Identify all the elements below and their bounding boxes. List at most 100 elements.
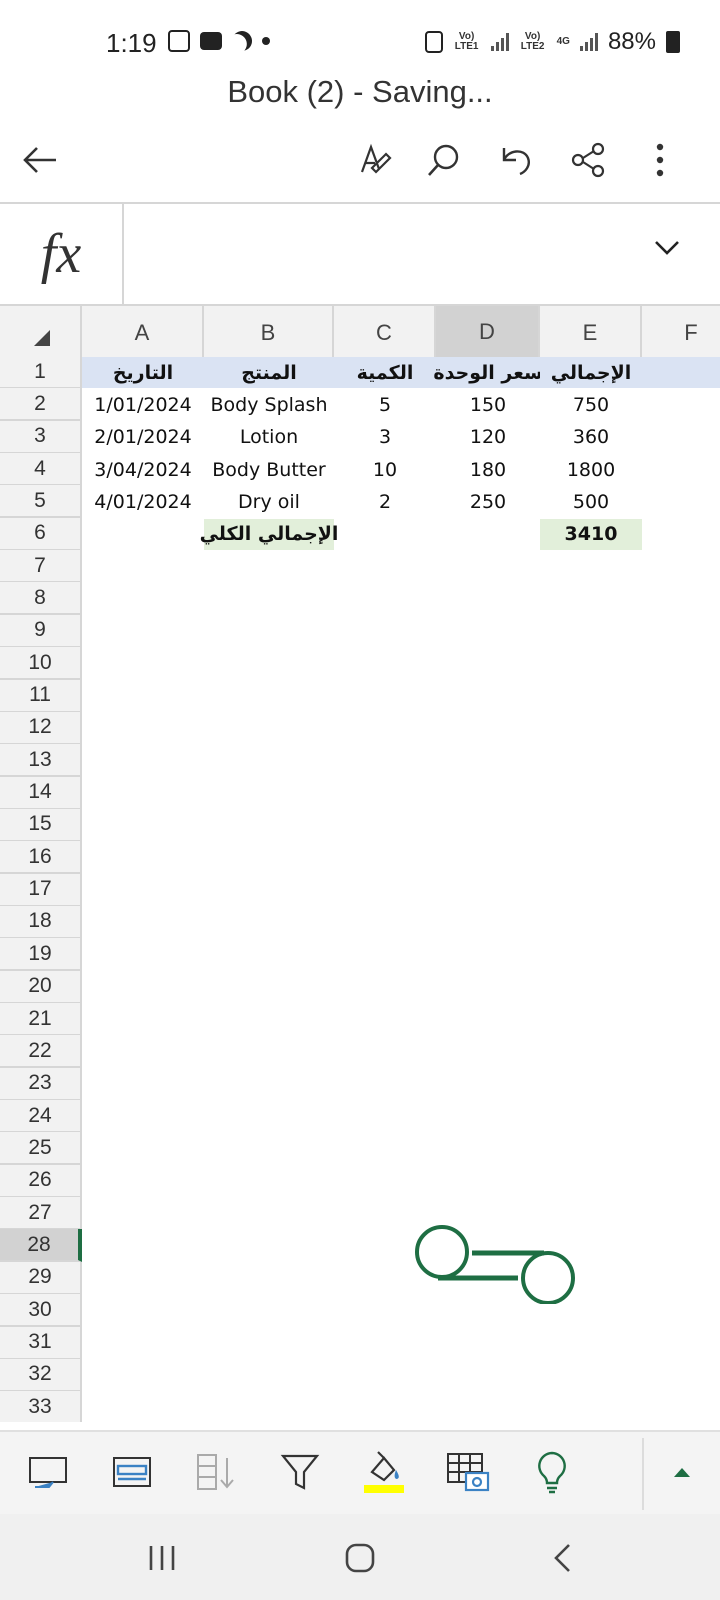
row-header[interactable]: 7: [0, 550, 82, 584]
row-header[interactable]: 16: [0, 841, 82, 875]
row-header[interactable]: 18: [0, 905, 82, 939]
undo-button[interactable]: [494, 138, 538, 182]
header-cell[interactable]: [642, 357, 720, 389]
back-button[interactable]: [18, 138, 62, 182]
data-cell[interactable]: 1800: [540, 454, 642, 485]
column-header-a[interactable]: A: [82, 306, 204, 362]
fill-color-button[interactable]: [356, 1444, 412, 1500]
total-cell[interactable]: الإجمالي الكلي: [200, 518, 338, 551]
data-cell[interactable]: Body Butter: [204, 454, 334, 485]
home-button[interactable]: [338, 1536, 382, 1580]
column-header-d[interactable]: D: [436, 306, 540, 362]
message-icon: [200, 32, 222, 50]
sort-button[interactable]: [188, 1444, 244, 1500]
column-header-b[interactable]: B: [204, 306, 334, 362]
ideas-button[interactable]: [524, 1444, 580, 1500]
share-button[interactable]: [566, 138, 610, 182]
column-header-c[interactable]: C: [334, 306, 436, 362]
spreadsheet-grid[interactable]: A B C D E F 1 2 3 4 5 6 7 8 9 10 11 12 13 14 15 16 17 18 19 20 21 2…: [0, 306, 720, 1422]
formula-input[interactable]: [126, 204, 646, 304]
row-header[interactable]: 10: [0, 647, 82, 681]
row-header[interactable]: 2: [0, 388, 82, 422]
data-cell[interactable]: 250: [436, 486, 540, 517]
signal-icon-2: [579, 33, 598, 51]
row-header[interactable]: 31: [0, 1326, 82, 1360]
row-header[interactable]: 24: [0, 1100, 82, 1134]
row-header[interactable]: 20: [0, 970, 82, 1004]
header-cell[interactable]: الإجمالي: [540, 357, 642, 389]
row-header[interactable]: 19: [0, 938, 82, 972]
expand-formula-button[interactable]: [654, 240, 680, 261]
data-cell[interactable]: 3: [334, 422, 436, 453]
row-header[interactable]: 14: [0, 776, 82, 810]
row-header[interactable]: 28: [0, 1229, 82, 1263]
row-header[interactable]: 13: [0, 744, 82, 778]
data-cell[interactable]: 2/01/2024: [82, 422, 204, 453]
battery-saver-icon: [424, 31, 443, 53]
recent-apps-button[interactable]: [140, 1536, 184, 1580]
data-cell[interactable]: 360: [540, 422, 642, 453]
row-header[interactable]: 6: [0, 517, 82, 551]
data-cell[interactable]: Body Splash: [204, 389, 334, 420]
data-cell[interactable]: 120: [436, 422, 540, 453]
data-cell[interactable]: 10: [334, 454, 436, 485]
row-header[interactable]: 9: [0, 614, 82, 648]
sheet-view-button[interactable]: [20, 1444, 76, 1500]
data-cell[interactable]: 750: [540, 389, 642, 420]
data-cell[interactable]: Lotion: [204, 422, 334, 453]
pen-icon: [360, 143, 392, 174]
row-header[interactable]: 3: [0, 420, 82, 454]
row-header[interactable]: 22: [0, 1035, 82, 1069]
format-cells-button[interactable]: [104, 1444, 160, 1500]
row-header[interactable]: 12: [0, 711, 82, 745]
row-header[interactable]: 26: [0, 1164, 82, 1198]
data-cell[interactable]: Dry oil: [204, 486, 334, 517]
row-header[interactable]: 21: [0, 1003, 82, 1036]
data-cell[interactable]: 3/04/2024: [82, 454, 204, 485]
column-header-e[interactable]: E: [540, 306, 642, 362]
filter-button[interactable]: [272, 1444, 328, 1500]
recent-apps-icon: [149, 1546, 175, 1570]
home-icon: [345, 1543, 375, 1573]
fx-button[interactable]: fx: [0, 204, 124, 304]
column-header-f[interactable]: F: [642, 306, 720, 362]
row-header[interactable]: 11: [0, 679, 82, 713]
row-header[interactable]: 32: [0, 1358, 82, 1392]
battery-percent: 88%: [607, 28, 656, 55]
row-header[interactable]: 27: [0, 1197, 82, 1231]
search-button[interactable]: [422, 138, 466, 182]
data-cell[interactable]: 4/01/2024: [82, 486, 204, 517]
draw-button[interactable]: [354, 138, 398, 182]
search-icon: [428, 144, 459, 176]
header-cell[interactable]: سعر الوحدة: [433, 357, 543, 389]
row-header[interactable]: 15: [0, 808, 82, 842]
row-header[interactable]: 4: [0, 453, 82, 487]
row-header[interactable]: 25: [0, 1132, 82, 1166]
nav-back-button[interactable]: [540, 1536, 584, 1580]
header-cell[interactable]: الكمية: [334, 357, 436, 389]
row-header[interactable]: 5: [0, 485, 82, 519]
row-header[interactable]: 23: [0, 1067, 82, 1101]
row-header[interactable]: 8: [0, 582, 82, 616]
notification-dot-icon: [262, 37, 270, 45]
row-header[interactable]: 29: [0, 1261, 82, 1295]
row-header[interactable]: 30: [0, 1294, 82, 1328]
data-cell[interactable]: 180: [436, 454, 540, 485]
fill-color-icon: [364, 1451, 404, 1493]
data-cell[interactable]: 150: [436, 389, 540, 420]
data-cell[interactable]: 5: [334, 389, 436, 420]
select-all-button[interactable]: [0, 306, 82, 362]
table-camera-button[interactable]: [440, 1444, 496, 1500]
data-cell[interactable]: 2: [334, 486, 436, 517]
row-header[interactable]: 1: [0, 356, 82, 389]
row-header[interactable]: 33: [0, 1391, 82, 1422]
expand-ribbon-button[interactable]: [654, 1444, 710, 1500]
more-options-button[interactable]: [638, 138, 682, 182]
data-cell[interactable]: 1/01/2024: [82, 389, 204, 420]
row-header[interactable]: 17: [0, 873, 82, 907]
data-cell[interactable]: 500: [540, 486, 642, 517]
header-cell[interactable]: التاريخ: [82, 357, 204, 389]
arrow-left-icon: [23, 147, 56, 173]
total-cell[interactable]: 3410: [540, 518, 642, 551]
header-cell[interactable]: المنتج: [204, 357, 334, 389]
